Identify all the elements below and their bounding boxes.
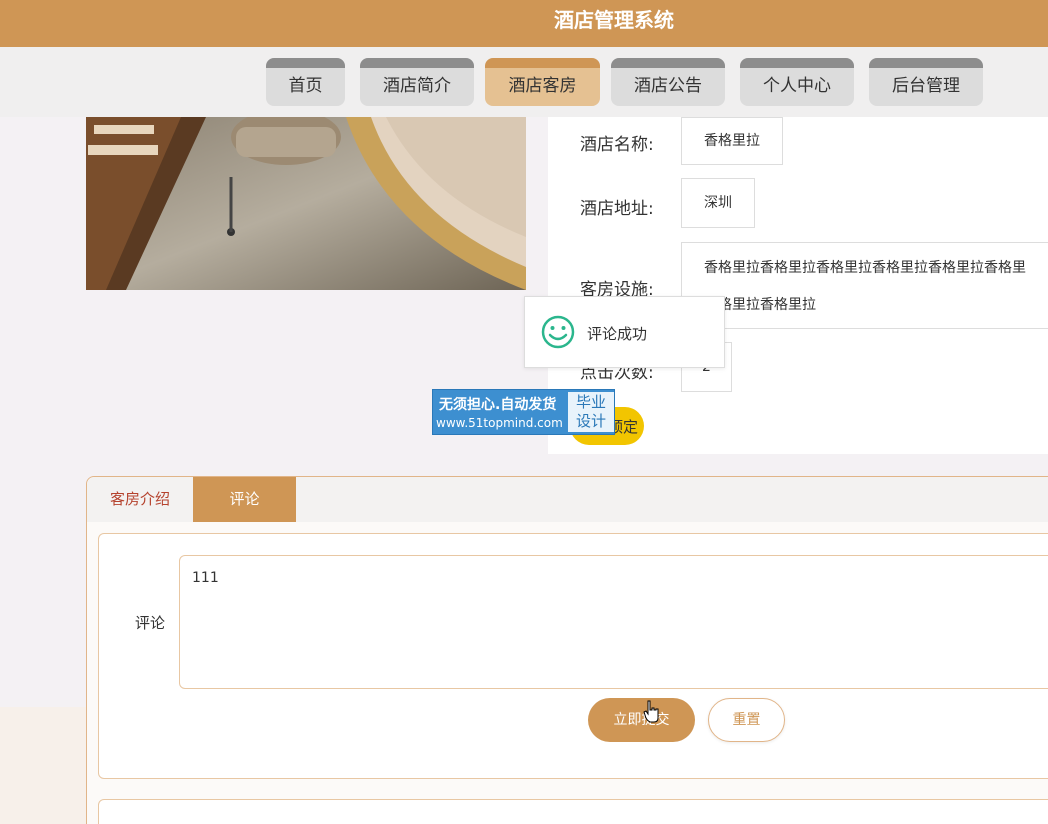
site-title: 酒店管理系统 [554,8,674,32]
footer-background [0,707,86,824]
watermark-badge-line-2: 设计 [575,412,606,430]
hotel-address-label: 酒店地址: [580,199,654,219]
main-nav: 首页 酒店简介 酒店客房 酒店公告 个人中心 后台管理 [0,47,1048,117]
comment-label: 评论 [135,614,166,632]
tab-comments[interactable]: 评论 [193,477,296,522]
watermark-badge: 毕业 设计 [568,392,614,432]
watermark-line-1: 无须担心.自动发货 [439,397,557,413]
comment-textarea[interactable]: 111 [179,555,1048,689]
watermark-text: 无须担心.自动发货 www.51topmind.com [433,390,568,434]
facilities-line-1: 香格里拉香格里拉香格里拉香格里拉香格里拉香格里 [704,260,1026,276]
tab-strip: 客房介绍 评论 [87,477,1048,522]
hotel-name-label: 酒店名称: [580,135,654,155]
hotel-address-value: 深圳 [681,178,755,228]
success-toast: 评论成功 [524,296,725,368]
facilities-value: 香格里拉香格里拉香格里拉香格里拉香格里拉香格里 香格里拉香格里拉 [681,242,1048,329]
comment-form: 评论 111 立即提交 重置 [98,533,1048,779]
nav-item-hotel-rooms[interactable]: 酒店客房 [485,58,600,106]
tab-room-intro[interactable]: 客房介绍 [87,477,193,522]
comment-list-card [98,799,1048,824]
room-info-panel: 酒店名称: 香格里拉 酒店地址: 深圳 客房设施: 香格里拉香格里拉香格里拉香格… [548,117,1048,454]
nav-item-user-center[interactable]: 个人中心 [740,58,854,106]
smile-icon [541,315,575,349]
nav-item-hotel-notices[interactable]: 酒店公告 [611,58,725,106]
watermark-badge-line-1: 毕业 [575,393,606,411]
room-detail-tabs: 客房介绍 评论 评论 111 立即提交 重置 [86,476,1048,824]
nav-item-hotel-intro[interactable]: 酒店简介 [360,58,474,106]
hand-cursor-icon [643,700,659,723]
watermark-line-2: www.51topmind.com [436,416,563,430]
reset-button[interactable]: 重置 [708,698,785,742]
room-photo [86,117,526,290]
submit-button[interactable]: 立即提交 [588,698,695,742]
facilities-line-2: 香格里拉香格里拉 [704,297,816,313]
top-header-bar: 酒店管理系统 [0,0,1048,47]
watermark-banner: 无须担心.自动发货 www.51topmind.com 毕业 设计 [432,389,615,435]
nav-item-home[interactable]: 首页 [266,58,345,106]
nav-item-admin[interactable]: 后台管理 [869,58,983,106]
hotel-name-value: 香格里拉 [681,117,783,165]
toast-message: 评论成功 [587,325,648,343]
